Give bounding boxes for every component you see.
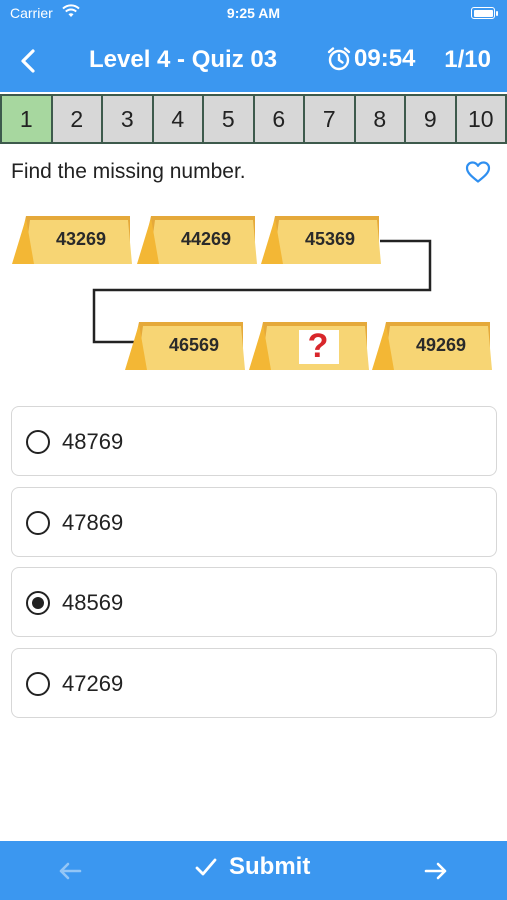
answer-option-2[interactable]: 47869 [11, 487, 497, 557]
question-progress: 1/10 [444, 46, 491, 73]
question-button-5[interactable]: 5 [202, 94, 255, 144]
question-button-8[interactable]: 8 [353, 94, 406, 144]
status-bar: Carrier 9:25 AM [0, 0, 507, 28]
submit-label: Submit [229, 853, 311, 880]
radio-button[interactable] [26, 672, 50, 696]
question-button-4[interactable]: 4 [151, 94, 204, 144]
radio-button[interactable] [26, 430, 50, 454]
question-text: Find the missing number. [11, 160, 246, 183]
question-button-2[interactable]: 2 [50, 94, 103, 144]
battery-icon [471, 7, 498, 19]
alarm-clock-icon [327, 47, 351, 71]
radio-button-selected[interactable] [26, 591, 50, 615]
timer-value: 09:54 [354, 45, 416, 72]
question-button-10[interactable]: 10 [454, 94, 507, 144]
answer-option-1[interactable]: 48769 [11, 406, 497, 476]
missing-number-card: ? [247, 318, 371, 372]
number-sequence-puzzle: 43269 44269 45369 46569 ? 49269 [10, 208, 500, 378]
answer-option-4[interactable]: 47269 [11, 648, 497, 718]
answer-option-label: 47269 [62, 671, 124, 696]
answer-option-label: 47869 [62, 510, 124, 535]
number-card: 46569 [123, 318, 247, 372]
missing-number-mark: ? [307, 327, 329, 365]
answer-option-label: 48769 [62, 429, 124, 454]
question-button-9[interactable]: 9 [404, 94, 457, 144]
heart-icon[interactable] [465, 160, 491, 184]
question-button-6[interactable]: 6 [252, 94, 305, 144]
number-card: 44269 [135, 212, 259, 266]
radio-button[interactable] [26, 511, 50, 535]
number-card: 43269 [10, 212, 134, 266]
bottom-action-bar: Submit [0, 841, 507, 900]
question-button-7[interactable]: 7 [303, 94, 356, 144]
number-card: 45369 [259, 212, 383, 266]
arrow-left-icon[interactable] [56, 857, 84, 885]
question-button-1[interactable]: 1 [0, 94, 53, 144]
page-title: Level 4 - Quiz 03 [89, 46, 278, 73]
answer-option-3[interactable]: 48569 [11, 567, 497, 637]
quiz-timer: 09:54 [326, 45, 415, 73]
checkmark-icon [195, 858, 217, 876]
header: Level 4 - Quiz 03 09:54 1/10 [0, 28, 507, 92]
status-time: 9:25 AM [226, 5, 281, 21]
number-card: 49269 [370, 318, 494, 372]
arrow-right-icon[interactable] [422, 857, 450, 885]
question-button-3[interactable]: 3 [101, 94, 154, 144]
answer-option-label: 48569 [62, 590, 124, 615]
back-chevron-icon[interactable] [14, 46, 44, 76]
question-navigator: 1 2 3 4 5 6 7 8 9 10 [0, 94, 507, 144]
submit-button[interactable]: Submit [193, 853, 310, 881]
